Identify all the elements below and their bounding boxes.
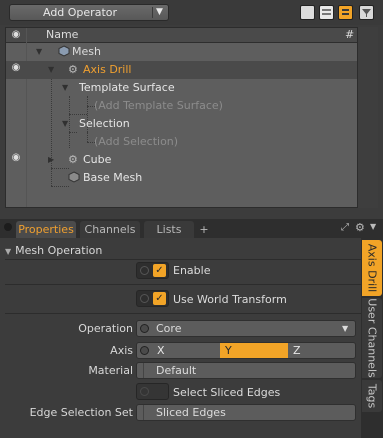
- enable-checkbox[interactable]: ✓: [136, 262, 169, 279]
- expand-triangle-icon[interactable]: ▼: [36, 43, 42, 61]
- list-view-icon[interactable]: [300, 5, 315, 20]
- gear-icon: ⚙: [68, 63, 78, 76]
- axis-z-option[interactable]: Z: [288, 343, 355, 358]
- expand-triangle-icon[interactable]: ▼: [62, 115, 68, 133]
- gear-icon: ⚙: [68, 153, 78, 166]
- axis-selector: X Y Z: [136, 342, 356, 359]
- expand-icon[interactable]: ⤢: [341, 222, 349, 233]
- use-world-transform-label: Use World Transform: [173, 293, 287, 306]
- edge-selection-set-field[interactable]: Sliced Edges: [136, 404, 356, 421]
- collapse-triangle-icon: ▼: [5, 247, 12, 256]
- side-tab-label: Tags: [365, 383, 379, 409]
- material-field[interactable]: Default: [136, 362, 356, 379]
- tree-item-label: Base Mesh: [83, 171, 143, 184]
- use-world-transform-checkbox[interactable]: ✓: [136, 290, 169, 307]
- eye-icon: ◉: [11, 29, 21, 40]
- tab-properties[interactable]: Properties: [16, 221, 76, 238]
- tree-item-label: Template Surface: [79, 81, 175, 94]
- chevron-down-icon: ▼: [342, 324, 349, 333]
- tree-row-axis-drill[interactable]: ◉ ▼ ⚙ Axis Drill: [6, 61, 357, 79]
- tree-header: ◉ Name #: [6, 28, 357, 43]
- hash-column-header[interactable]: #: [345, 28, 354, 42]
- add-tab-button[interactable]: +: [196, 221, 212, 238]
- tree-row-template-surface[interactable]: ▼ Template Surface: [6, 79, 357, 97]
- side-tab-user-channels[interactable]: User Channels: [362, 298, 382, 378]
- side-tab-tags[interactable]: Tags: [362, 380, 382, 412]
- axis-label: Axis: [110, 344, 133, 357]
- dot-icon: [4, 223, 12, 231]
- select-sliced-edges-label: Select Sliced Edges: [173, 386, 281, 399]
- mesh-icon: [68, 169, 80, 187]
- collapse-triangle-icon[interactable]: ▶: [48, 151, 54, 169]
- check-icon: ✓: [153, 292, 166, 305]
- top-toolbar: Add Operator ▼: [0, 0, 383, 25]
- name-column-header[interactable]: Name: [46, 28, 78, 42]
- expand-triangle-icon[interactable]: ▼: [62, 79, 68, 97]
- item-tree: ◉ Name # ▼ Mesh ◉ ▼ ⚙ Axis Drill ▼ Templ…: [5, 27, 358, 208]
- chevron-down-icon[interactable]: ▼: [370, 222, 376, 231]
- expand-triangle-icon[interactable]: ▼: [48, 61, 54, 79]
- section-header[interactable]: ▼ Mesh Operation: [5, 243, 361, 259]
- edge-selection-set-label: Edge Selection Set: [29, 406, 133, 419]
- add-operator-button[interactable]: Add Operator ▼: [9, 4, 169, 21]
- tree-item-label: Cube: [83, 153, 112, 166]
- filter-icon[interactable]: [359, 5, 374, 20]
- operation-value: Core: [156, 322, 182, 335]
- tree-row-cube[interactable]: ◉ ▶ ⚙ Cube: [6, 151, 357, 169]
- tree-item-label: (Add Selection): [94, 135, 179, 148]
- tree-row-base-mesh[interactable]: Base Mesh: [6, 169, 357, 187]
- hierarchy-view-icon[interactable]: [338, 5, 353, 20]
- eye-icon[interactable]: ◉: [6, 61, 26, 79]
- tree-row-selection[interactable]: ▼ Selection: [6, 115, 357, 133]
- side-tab-label: User Channels: [365, 298, 379, 378]
- side-tab-bar: Axis Drill User Channels Tags: [361, 238, 383, 438]
- operation-dropdown[interactable]: Core ▼: [136, 320, 356, 337]
- add-operator-label: Add Operator: [42, 6, 118, 19]
- select-sliced-edges-checkbox[interactable]: [136, 383, 169, 400]
- section-title: Mesh Operation: [15, 244, 103, 257]
- tab-channels[interactable]: Channels: [80, 221, 140, 238]
- tree-item-label: Selection: [79, 117, 130, 130]
- tree-row-add-template-surface[interactable]: (Add Template Surface): [6, 97, 357, 115]
- properties-tab-bar: Properties Channels Lists + ⤢ ⚙ ▼: [0, 219, 383, 238]
- tab-lists[interactable]: Lists: [144, 221, 194, 238]
- check-icon: ✓: [153, 264, 166, 277]
- tree-row-add-selection[interactable]: (Add Selection): [6, 133, 357, 151]
- tree-scrollbar[interactable]: [358, 27, 378, 208]
- axis-x-option[interactable]: X: [152, 343, 220, 358]
- grid-view-icon[interactable]: [319, 5, 334, 20]
- side-tab-label: Axis Drill: [365, 243, 379, 293]
- tree-item-label: Mesh: [72, 45, 101, 58]
- material-value: Default: [156, 364, 197, 377]
- tree-item-label: Axis Drill: [83, 63, 132, 76]
- edge-selection-set-value: Sliced Edges: [156, 406, 226, 419]
- enable-label: Enable: [173, 264, 211, 277]
- operation-label: Operation: [78, 322, 133, 335]
- tree-row-mesh[interactable]: ▼ Mesh: [6, 43, 357, 61]
- axis-y-option[interactable]: Y: [220, 343, 288, 358]
- mesh-icon: [58, 43, 70, 61]
- chevron-down-icon: ▼: [156, 7, 163, 17]
- tree-item-label: (Add Template Surface): [94, 99, 223, 112]
- side-tab-axis-drill[interactable]: Axis Drill: [362, 240, 382, 296]
- material-label: Material: [88, 364, 133, 377]
- eye-icon[interactable]: ◉: [6, 151, 26, 169]
- gear-icon[interactable]: ⚙: [355, 221, 365, 234]
